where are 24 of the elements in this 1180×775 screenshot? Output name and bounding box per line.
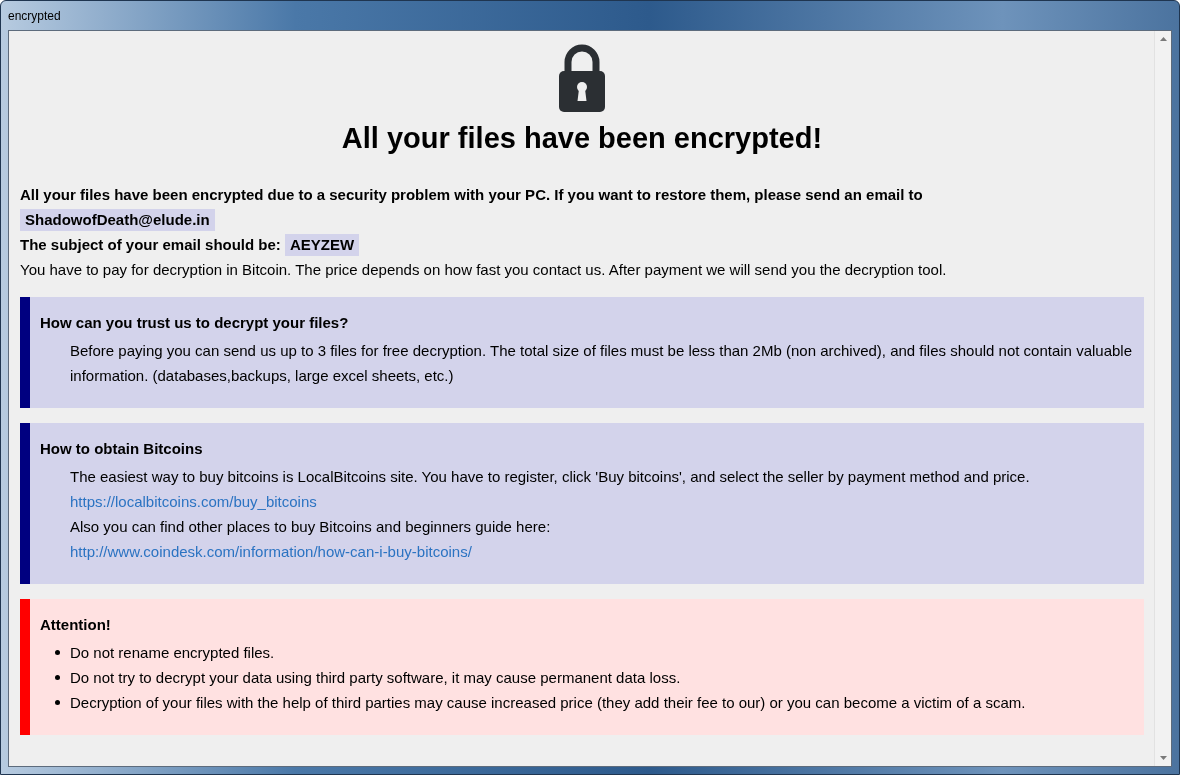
scroll-down-icon[interactable] [1159,756,1167,760]
panel-text: The easiest way to buy bitcoins is LocalBitcoins site. You have to register, click 'Buy bitcoins', and select the seller by payment method and price. [69,467,1031,487]
panel-heading: How can you trust us to decrypt your files? [40,313,350,333]
panel-heading: How to obtain Bitcoins [40,439,204,459]
panel-text: Before paying you can send us up to 3 files for free decryption. The total size of files must be less than 2Mb (non archived), and files should not contain valuable information. (databases,backups, large excel sheets, etc.) [69,341,1133,386]
panel-text: Also you can find other places to buy Bitcoins and beginners guide here: [69,517,552,537]
scroll-up-icon[interactable] [1159,37,1167,41]
subject-code: AEYZEW [284,233,360,256]
padlock-icon [559,42,605,112]
link[interactable]: http://www.coindesk.com/information/how-can-i-buy-bitcoins/ [70,543,472,560]
bullet-icon [55,675,60,680]
page-title: All your files have been encrypted! [340,121,824,156]
email-address: ShadowofDeath@elude.in [20,208,215,231]
list-item-text: Do not rename encrypted files. [70,643,275,663]
list-item-text: Do not try to decrypt your data using third party software, it may cause permanent data loss. [70,668,681,688]
bullet-icon [55,650,60,655]
panel-heading: Attention! [40,615,112,635]
intro-text: All your files have been encrypted due to a security problem with your PC. If you want to restore them, please send an email to [20,185,924,205]
bullet-icon [55,700,60,705]
window-title: encrypted [8,7,61,25]
link[interactable]: https://localbitcoins.com/buy_bitcoins [70,493,317,510]
list-item-text: Decryption of your files with the help of third parties may cause increased price (they add their fee to our) or you can become a victim of a scam. [70,693,1026,713]
subject-label: The subject of your email should be: [20,235,281,255]
payment-note: You have to pay for decryption in Bitcoin. The price depends on how fast you contact us. After payment we will send you the decryption tool. [20,260,948,280]
